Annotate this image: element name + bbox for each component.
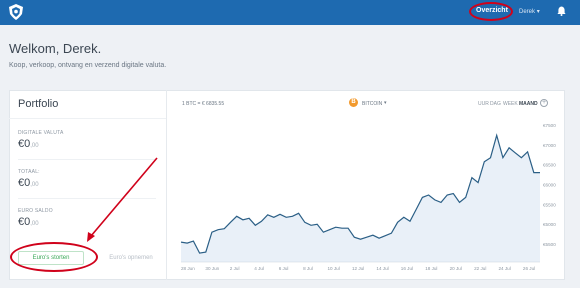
portfolio-title: Portfolio xyxy=(18,98,59,110)
user-name: Derek xyxy=(519,9,536,15)
withdraw-euros-button[interactable]: Euro's opnemen xyxy=(104,251,158,265)
range-tab-uur[interactable]: UUR xyxy=(478,101,489,107)
annotation-oval-nav xyxy=(469,2,513,21)
welcome-subtitle: Koop, verkoop, ontvang en verzend digita… xyxy=(9,62,167,69)
chevron-down-icon: ▾ xyxy=(536,9,540,15)
stat-value-digital-currency: €0,00 xyxy=(18,138,39,150)
btc-rate: 1 BTC = € 6835.55 xyxy=(182,101,225,107)
card-divider xyxy=(166,90,167,280)
stat-value-decimals: ,00 xyxy=(30,182,39,188)
shield-logo-icon[interactable] xyxy=(9,4,23,20)
bitcoin-coin-icon: B xyxy=(349,98,358,107)
currency-select[interactable]: BITCOIN xyxy=(362,101,382,107)
range-tab-maand[interactable]: MAAND xyxy=(519,101,538,107)
stat-label-euro-balance: EURO SALDO xyxy=(18,208,53,214)
stat-value-whole: €0 xyxy=(18,138,31,150)
chevron-down-icon[interactable]: ▾ xyxy=(384,100,387,106)
stat-divider xyxy=(18,198,156,199)
user-menu[interactable]: Derek ▾ xyxy=(519,8,540,15)
welcome-title: Welkom, Derek. xyxy=(9,41,102,56)
stat-label-total: TOTAAL: xyxy=(18,169,40,175)
stat-divider xyxy=(18,159,156,160)
stat-label-digital-currency: DIGITALE VALUTA xyxy=(18,130,64,136)
bell-icon[interactable] xyxy=(557,6,566,16)
stat-value-whole: €0 xyxy=(18,216,31,228)
stat-value-decimals: ,00 xyxy=(30,143,39,149)
stat-value-total: €0,00 xyxy=(18,177,39,189)
plus-circle-icon[interactable]: + xyxy=(540,99,548,107)
portfolio-header-divider xyxy=(9,118,166,119)
range-tab-dag[interactable]: DAG xyxy=(490,101,501,107)
stat-value-decimals: ,00 xyxy=(30,221,39,227)
annotation-oval-deposit xyxy=(10,242,98,272)
range-tab-week[interactable]: WEEK xyxy=(503,101,518,107)
stat-value-euro-balance: €0,00 xyxy=(18,216,39,228)
stat-value-whole: €0 xyxy=(18,177,31,189)
